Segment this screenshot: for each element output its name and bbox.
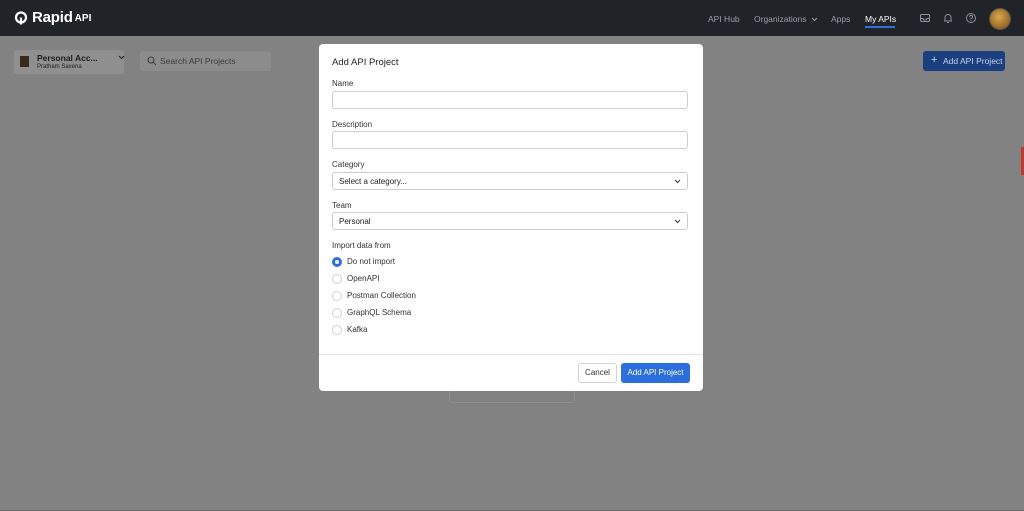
nav-my-apis[interactable]: My APIs (865, 14, 896, 24)
bell-icon[interactable] (941, 11, 955, 25)
nav-organizations[interactable]: Organizations (754, 14, 818, 24)
top-nav-bar: Rapid API API Hub Organizations Apps My … (0, 0, 1024, 36)
rapidapi-logo[interactable]: Rapid API (14, 9, 91, 26)
radio-selected[interactable] (332, 257, 342, 267)
team-select[interactable]: Personal (332, 212, 688, 230)
modal-footer-divider (319, 354, 703, 355)
radio-unselected[interactable] (332, 325, 342, 335)
search-projects-input[interactable]: Search API Projects (140, 51, 271, 71)
account-switcher[interactable]: Personal Acc... Pratham Saxena (14, 50, 125, 74)
modal-title: Add API Project (332, 57, 399, 68)
account-name: Personal Acc... (37, 53, 98, 63)
import-option-label: GraphQL Schema (347, 308, 412, 317)
nav-active-indicator (865, 26, 895, 28)
radio-unselected[interactable] (332, 308, 342, 318)
radio-unselected[interactable] (332, 274, 342, 284)
import-option-label: Do not import (347, 257, 396, 266)
user-avatar[interactable] (989, 8, 1011, 30)
rapidapi-logo-icon (14, 10, 28, 24)
name-label: Name (332, 79, 354, 88)
team-value: Personal (339, 217, 371, 226)
cancel-button[interactable]: Cancel (578, 363, 617, 383)
category-value: Select a category... (339, 177, 407, 186)
import-option-label: OpenAPI (347, 274, 380, 283)
add-api-project-modal: Add API Project Name Description Categor… (319, 44, 703, 391)
nav-organizations-label: Organizations (754, 14, 807, 24)
account-user: Pratham Saxena (37, 64, 82, 70)
brand-suffix: API (74, 13, 92, 24)
chevron-down-icon (811, 17, 818, 22)
team-label: Team (332, 201, 352, 210)
plus-icon: + (931, 54, 938, 66)
nav-api-hub[interactable]: API Hub (708, 14, 740, 24)
submit-add-api-project-button[interactable]: Add API Project (621, 363, 690, 383)
import-label: Import data from (332, 241, 391, 250)
help-icon[interactable] (964, 11, 978, 25)
import-option-label: Postman Collection (347, 291, 416, 300)
import-option-label: Kafka (347, 325, 368, 334)
search-placeholder: Search API Projects (160, 56, 236, 66)
name-field[interactable] (332, 91, 688, 109)
add-api-project-label: Add API Project (943, 56, 1003, 66)
search-icon (147, 56, 157, 66)
radio-unselected[interactable] (332, 291, 342, 301)
inbox-icon[interactable] (918, 11, 932, 25)
description-field[interactable] (332, 131, 688, 149)
category-label: Category (332, 160, 365, 169)
nav-apps[interactable]: Apps (831, 14, 850, 24)
category-select[interactable]: Select a category... (332, 172, 688, 190)
add-api-project-button[interactable]: + Add API Project (923, 51, 1005, 71)
brand-name: Rapid (32, 9, 73, 26)
account-avatar (20, 56, 29, 67)
chevron-down-icon (118, 55, 125, 60)
chevron-down-icon (674, 179, 681, 184)
chevron-down-icon (674, 219, 681, 224)
description-label: Description (332, 120, 373, 129)
